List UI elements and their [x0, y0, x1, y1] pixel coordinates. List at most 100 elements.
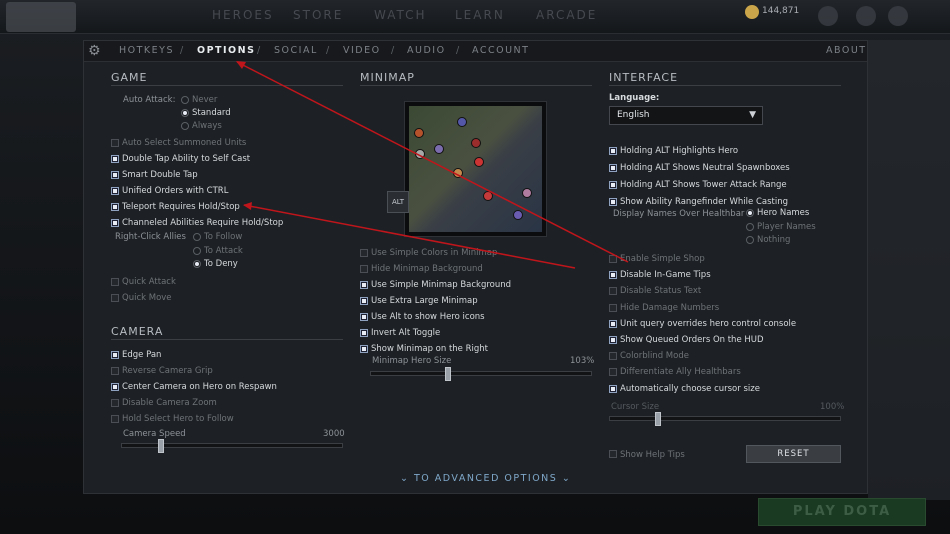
minimap-hero-size-track[interactable]	[370, 371, 592, 376]
checkbox[interactable]	[111, 415, 119, 423]
radio-label: Never	[192, 95, 218, 105]
tab-about[interactable]: ABOUT	[826, 45, 867, 56]
top-nav-item[interactable]: ARCADE	[536, 8, 597, 22]
hero-icon	[415, 149, 425, 159]
checkbox[interactable]	[609, 198, 617, 206]
tab-social[interactable]: SOCIAL	[274, 45, 318, 56]
advanced-options-link[interactable]: ⌄ TO ADVANCED OPTIONS ⌄	[400, 473, 571, 484]
hero-icon	[453, 168, 463, 178]
checkbox[interactable]	[609, 303, 617, 312]
radio-label: Always	[192, 121, 222, 131]
interface-divider	[609, 85, 841, 86]
top-nav-item[interactable]: LEARN	[455, 8, 505, 22]
camera-divider	[111, 339, 343, 340]
radio-button[interactable]	[193, 233, 201, 241]
radio-button[interactable]	[181, 109, 189, 117]
game-divider	[111, 85, 343, 86]
checkbox[interactable]	[609, 147, 617, 155]
radio-label: Player Names	[757, 221, 816, 232]
power-icon[interactable]	[888, 6, 908, 26]
checkbox[interactable]	[360, 297, 368, 305]
checkbox-label: Unified Orders with CTRL	[122, 186, 229, 196]
checkbox[interactable]	[111, 383, 119, 391]
top-nav-item[interactable]: WATCH	[374, 8, 427, 22]
dota-logo	[6, 2, 76, 32]
checkbox[interactable]	[111, 219, 119, 227]
tab-video[interactable]: VIDEO	[343, 45, 381, 56]
radio-button[interactable]	[181, 122, 189, 130]
checkbox[interactable]	[111, 139, 119, 147]
minimap-divider	[360, 85, 592, 86]
checkbox[interactable]	[609, 319, 617, 328]
settings-icon[interactable]	[856, 6, 876, 26]
radio-button[interactable]	[193, 246, 201, 255]
cursor-size-track[interactable]	[609, 416, 841, 421]
checkbox[interactable]	[609, 181, 617, 189]
close-icon[interactable]	[818, 6, 838, 26]
language-label: Language:	[609, 93, 660, 103]
tab-account[interactable]: ACCOUNT	[472, 45, 529, 56]
checkbox[interactable]	[111, 294, 119, 302]
checkbox-label: Show Queued Orders On the HUD	[620, 335, 764, 345]
checkbox-label: Holding ALT Highlights Hero	[620, 146, 739, 156]
radio-button[interactable]	[746, 222, 754, 231]
radio-button[interactable]	[193, 260, 201, 268]
checkbox[interactable]	[609, 384, 617, 393]
checkbox[interactable]	[111, 351, 119, 359]
checkbox-label: Smart Double Tap	[122, 170, 198, 180]
radio-label: Hero Names	[757, 208, 810, 218]
checkbox[interactable]	[111, 399, 119, 407]
reset-button[interactable]: RESET	[746, 445, 841, 463]
language-value: English	[617, 110, 650, 120]
checkbox-label: Hold Select Hero to Follow	[122, 414, 234, 424]
camera-speed-knob[interactable]	[157, 439, 164, 453]
checkbox[interactable]	[609, 287, 617, 296]
checkbox[interactable]	[609, 271, 617, 280]
checkbox[interactable]	[360, 265, 368, 273]
checkbox[interactable]	[609, 336, 617, 344]
radio-button[interactable]	[746, 236, 754, 244]
checkbox[interactable]	[111, 171, 119, 179]
radio-button[interactable]	[181, 96, 189, 104]
tab-hotkeys[interactable]: HOTKEYS	[119, 45, 174, 56]
language-select[interactable]: English ▼	[609, 106, 763, 125]
camera-section-title: CAMERA	[111, 325, 164, 338]
checkbox[interactable]	[111, 367, 119, 375]
checkbox[interactable]	[360, 345, 368, 353]
cursor-size-knob[interactable]	[654, 412, 661, 426]
top-bar: HEROES STORE WATCH LEARN ARCADE 144,871	[0, 0, 950, 34]
radio-button[interactable]	[746, 209, 754, 217]
checkbox-label: Show Minimap on the Right	[371, 344, 488, 354]
top-nav-item[interactable]: HEROES	[212, 8, 274, 22]
checkbox[interactable]	[609, 255, 617, 263]
checkbox[interactable]	[609, 164, 617, 172]
checkbox-label: Quick Attack	[122, 277, 176, 287]
checkbox-label: Quick Move	[122, 293, 172, 303]
minimap-hero-size-knob[interactable]	[444, 367, 451, 381]
checkbox-label: Show Ability Rangefinder While Casting	[620, 197, 788, 207]
checkbox[interactable]	[111, 203, 119, 211]
checkbox-label: Automatically choose cursor size	[620, 383, 760, 394]
checkbox-label: Use Alt to show Hero icons	[371, 312, 485, 322]
checkbox[interactable]	[111, 187, 119, 195]
checkbox[interactable]	[111, 278, 119, 286]
checkbox[interactable]	[360, 281, 368, 289]
checkbox-label: Teleport Requires Hold/Stop	[122, 202, 240, 212]
minimap-hero-size-label: Minimap Hero Size	[372, 356, 452, 366]
checkbox[interactable]	[360, 313, 368, 321]
play-dota-button[interactable]: PLAY DOTA	[758, 498, 926, 526]
checkbox[interactable]	[609, 352, 617, 361]
tab-options[interactable]: OPTIONS	[197, 45, 255, 56]
show-help-tips-checkbox[interactable]	[609, 450, 617, 458]
top-nav-item[interactable]: STORE	[293, 8, 343, 22]
camera-speed-label: Camera Speed	[123, 429, 186, 439]
alt-toggle-button[interactable]: ALT	[387, 191, 409, 213]
camera-speed-track[interactable]	[121, 443, 343, 448]
gear-icon[interactable]: ⚙	[88, 44, 103, 59]
checkbox[interactable]	[609, 368, 617, 377]
hero-icon	[434, 144, 444, 154]
checkbox[interactable]	[360, 329, 368, 337]
checkbox[interactable]	[111, 155, 119, 163]
checkbox[interactable]	[360, 249, 368, 257]
tab-audio[interactable]: AUDIO	[407, 45, 446, 56]
